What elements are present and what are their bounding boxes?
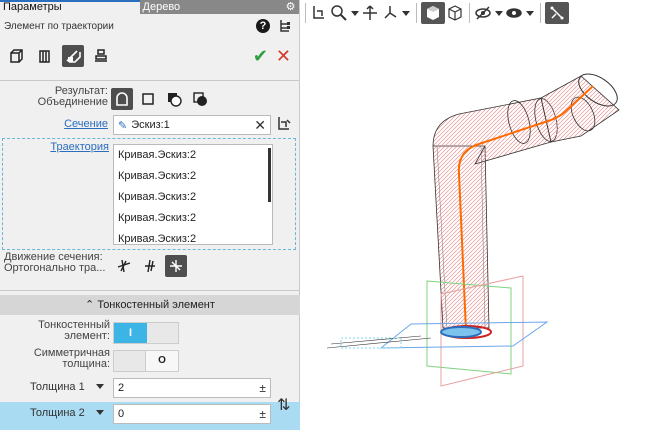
tab-tree[interactable]: Дерево (139, 0, 283, 14)
divider (0, 80, 300, 81)
motion-label: Движение сечения: Ортогонально тра... (4, 251, 106, 274)
motion-parallel-icon[interactable] (139, 255, 161, 277)
view-toolbar (301, 0, 653, 26)
display-mode-icon[interactable] (505, 2, 534, 24)
thin-wall-section-header[interactable]: ⌃ Тонкостенный элемент (0, 295, 300, 315)
divider (0, 290, 300, 291)
section-row: Сечение ✎ Эскиз:1 ✕ (0, 114, 300, 136)
toolbar-separator (305, 3, 306, 23)
trajectory-list[interactable]: Кривая.Эскиз:2 Кривая.Эскиз:2 Кривая.Эск… (113, 144, 273, 245)
tab-parameters[interactable]: Параметры (0, 0, 140, 14)
sweep-model-preview (326, 73, 620, 387)
toggle-on-marker: I (114, 323, 147, 343)
list-scrollbar[interactable] (268, 148, 271, 202)
section-highlight (440, 326, 482, 338)
result-row: Результат: Объединение (0, 86, 300, 112)
toggle-off-marker: O (145, 351, 178, 371)
chevron-up-icon: ⌃ (85, 299, 98, 311)
new-body-result-icon[interactable] (137, 88, 159, 110)
list-item[interactable]: Кривая.Эскиз:2 (114, 166, 272, 187)
toolbar-separator (540, 3, 541, 23)
panel-tabs: Параметры Дерево ⚙ (0, 0, 299, 14)
panel-gear-icon[interactable]: ⚙ (282, 0, 299, 14)
result-label: Результат: Объединение (37, 85, 108, 108)
section-value: Эскиз:1 (131, 119, 170, 131)
rotate-mode-icon[interactable] (34, 45, 56, 67)
loft-mode-icon[interactable] (90, 45, 112, 67)
chevron-down-icon[interactable] (96, 384, 104, 389)
thickness2-value: 0 (118, 408, 125, 420)
list-item[interactable]: Кривая.Эскиз:2 (114, 187, 272, 208)
thickness2-field[interactable]: 0 ± (113, 404, 271, 424)
intersect-result-icon[interactable] (189, 88, 211, 110)
confirm-check-icon[interactable]: ✔ (253, 46, 268, 67)
extrude-mode-icon[interactable] (6, 45, 28, 67)
thin-wall-row: Тонкостенный элемент: I O (0, 320, 300, 346)
toolbar-separator (416, 3, 417, 23)
thickness2-row: Толщина 2 0 ± (0, 402, 300, 430)
thin-wall-header-label: Тонкостенный элемент (97, 299, 215, 311)
orientation-icon[interactable] (381, 2, 410, 24)
toggle-off-marker: O (145, 323, 178, 343)
visibility-icon[interactable] (474, 2, 503, 24)
plus-minus-icon[interactable]: ± (259, 405, 266, 423)
chevron-down-icon[interactable] (96, 410, 104, 415)
list-item[interactable]: Кривая.Эскиз:2 (114, 208, 272, 229)
wireframe-view-icon[interactable] (447, 2, 463, 24)
thickness1-field[interactable]: 2 ± (113, 378, 271, 398)
page-title: Элемент по траектории (4, 20, 114, 32)
cancel-x-icon[interactable]: ✕ (276, 46, 291, 67)
shaded-view-icon[interactable] (421, 2, 445, 24)
section-link[interactable]: Сечение (64, 118, 108, 130)
tree-structure-icon[interactable] (277, 18, 293, 34)
trajectory-group: Траектория Кривая.Эскиз:2 Кривая.Эскиз:2… (2, 138, 296, 250)
operation-mode-row: ✔ ✕ (0, 38, 299, 74)
union-result-icon[interactable] (111, 88, 133, 110)
help-icon[interactable]: ? (255, 18, 271, 34)
motion-row: Движение сечения: Ортогонально тра... (0, 252, 300, 282)
list-item[interactable]: Кривая.Эскиз:2 (114, 145, 272, 166)
thin-wall-label: Тонкостенный элемент: (38, 319, 110, 342)
subtract-result-icon[interactable] (163, 88, 185, 110)
thickness1-value: 2 (118, 382, 125, 394)
motion-orthogonal-icon[interactable] (113, 255, 135, 277)
symmetric-label: Симметричная толщина: (33, 347, 110, 370)
plus-minus-icon[interactable]: ± (259, 379, 266, 397)
thickness1-label: Толщина 1 (30, 381, 85, 393)
parameters-panel: Параметры Дерево ⚙ Элемент по траектории… (0, 0, 300, 430)
trajectory-link[interactable]: Траектория (50, 141, 109, 153)
sweep-mode-icon[interactable] (62, 45, 84, 67)
pick-section-icon[interactable] (276, 116, 294, 134)
symmetric-toggle[interactable]: O (113, 350, 179, 372)
thickness2-label: Толщина 2 (30, 407, 85, 419)
motion-normal-icon[interactable] (165, 255, 187, 277)
thin-wall-toggle[interactable]: I O (113, 322, 179, 344)
section-field[interactable]: ✎ Эскиз:1 ✕ (113, 115, 271, 135)
list-item[interactable]: Кривая.Эскиз:2 (114, 229, 272, 244)
panel-header: Элемент по траектории ? (0, 14, 299, 38)
zoom-icon[interactable] (330, 2, 359, 24)
toolbar-separator (469, 3, 470, 23)
tube-upper (540, 73, 620, 143)
symmetric-row: Симметричная толщина: O (0, 348, 300, 374)
pan-icon[interactable] (361, 2, 379, 24)
clear-section-icon[interactable]: ✕ (254, 117, 266, 134)
thickness1-row: Толщина 1 2 ± (0, 376, 300, 400)
constraints-icon[interactable] (545, 2, 569, 24)
swap-thickness-icon[interactable]: ⇅ (277, 395, 290, 415)
pencil-icon: ✎ (118, 119, 128, 132)
sketch-plane-icon[interactable] (310, 2, 328, 24)
3d-viewport[interactable] (301, 26, 653, 430)
